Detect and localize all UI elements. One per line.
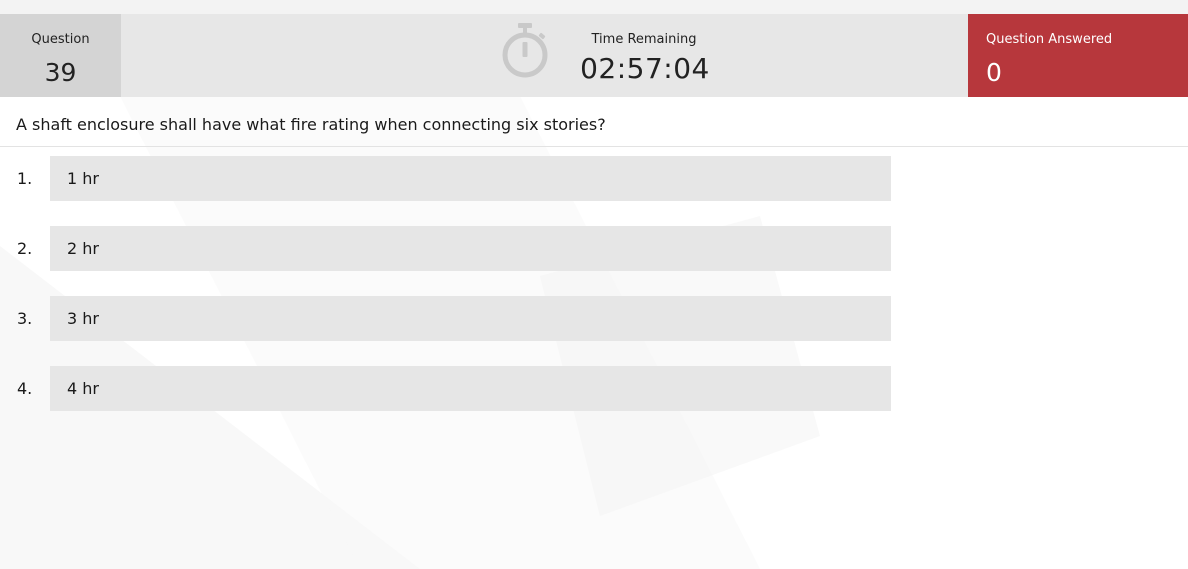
answer-option-4[interactable]: 4. 4 hr	[0, 366, 900, 412]
questions-answered-label: Question Answered	[986, 32, 1113, 47]
option-number: 4.	[17, 379, 33, 398]
option-label: 1 hr	[67, 169, 99, 188]
answer-option-1[interactable]: 1. 1 hr	[0, 156, 900, 202]
top-strip	[0, 0, 1188, 14]
questions-answered-counter: Question Answered 0	[968, 14, 1188, 97]
question-counter: Question 39	[0, 14, 121, 97]
time-remaining-value: 02:57:04	[580, 52, 710, 85]
question-text: A shaft enclosure shall have what fire r…	[16, 115, 606, 134]
option-number: 1.	[17, 169, 33, 188]
time-remaining-label: Time Remaining	[591, 32, 697, 47]
question-label: Question	[31, 32, 90, 47]
option-label: 3 hr	[67, 309, 99, 328]
question-number: 39	[44, 58, 77, 87]
answer-option-2[interactable]: 2. 2 hr	[0, 226, 900, 272]
option-number: 2.	[17, 239, 33, 258]
questions-answered-value: 0	[986, 58, 1002, 87]
option-button[interactable]: 4 hr	[50, 366, 891, 411]
answer-option-3[interactable]: 3. 3 hr	[0, 296, 900, 342]
stopwatch-icon	[502, 23, 548, 78]
option-button[interactable]: 3 hr	[50, 296, 891, 341]
option-button[interactable]: 2 hr	[50, 226, 891, 271]
divider	[0, 146, 1188, 147]
option-label: 4 hr	[67, 379, 99, 398]
quiz-header: Question 39 Time Remaining 02:57:04 Ques…	[0, 14, 1188, 97]
option-label: 2 hr	[67, 239, 99, 258]
option-button[interactable]: 1 hr	[50, 156, 891, 201]
quiz-page: Question 39 Time Remaining 02:57:04 Ques…	[0, 0, 1188, 569]
option-number: 3.	[17, 309, 33, 328]
